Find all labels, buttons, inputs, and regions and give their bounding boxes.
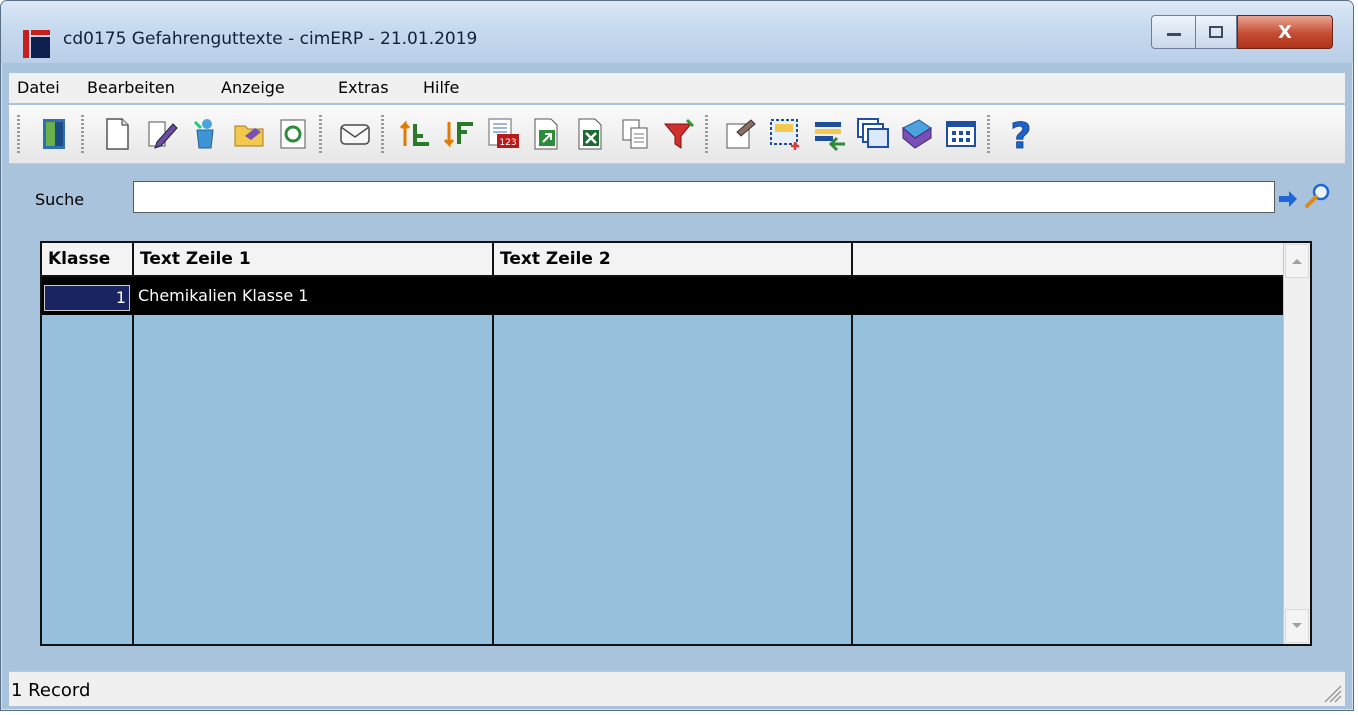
help-icon: ?: [1010, 116, 1032, 152]
menu-datei[interactable]: Datei: [17, 78, 60, 97]
new-button[interactable]: [97, 112, 137, 156]
maximize-button[interactable]: [1195, 15, 1237, 49]
column-header-text-zeile-1[interactable]: Text Zeile 1: [134, 243, 494, 275]
filter-button[interactable]: [659, 112, 699, 156]
book-icon: [902, 119, 932, 149]
status-bar: 1 Record: [9, 671, 1345, 706]
edit-button[interactable]: [141, 112, 181, 156]
search-label: Suche: [35, 190, 85, 209]
toolbar-grip[interactable]: [17, 115, 20, 153]
sort-descending-icon: [443, 122, 473, 148]
minimize-icon: [1166, 33, 1181, 36]
cell-extra[interactable]: [857, 277, 1282, 315]
refresh-icon: [280, 119, 306, 149]
maximize-icon: [1209, 26, 1223, 38]
copy-icon: [622, 119, 648, 149]
scroll-down-button[interactable]: [1285, 609, 1309, 643]
column-header-klasse[interactable]: Klasse: [42, 243, 134, 275]
minimize-button[interactable]: [1151, 15, 1196, 49]
properties-icon: [726, 119, 756, 149]
column-header-empty[interactable]: [853, 243, 1286, 275]
new-document-icon: [106, 118, 129, 150]
chevron-up-icon: [1292, 259, 1302, 264]
menu-bar: Datei Bearbeiten Anzeige Extras Hilfe: [9, 73, 1345, 103]
svg-text:123: 123: [499, 138, 516, 148]
select-area-button[interactable]: [765, 112, 805, 156]
cell-text-zeile-2[interactable]: [498, 277, 848, 315]
svg-text:?: ?: [1011, 116, 1032, 152]
vertical-scrollbar[interactable]: [1283, 243, 1310, 644]
grid-view-icon: [946, 121, 976, 147]
search-go-arrow-icon[interactable]: [1277, 189, 1299, 209]
refresh-button[interactable]: [273, 112, 313, 156]
properties-button[interactable]: [721, 112, 761, 156]
open-button[interactable]: [229, 112, 269, 156]
close-icon: X: [1278, 21, 1292, 43]
exit-door-icon: [43, 119, 65, 149]
export-excel-button[interactable]: [571, 112, 611, 156]
toolbar-separator: [81, 115, 84, 153]
close-button[interactable]: X: [1237, 15, 1333, 49]
resize-grip-icon[interactable]: [1321, 682, 1343, 704]
excel-icon: [578, 118, 602, 150]
table-row-selected[interactable]: 1 Chemikalien Klasse 1: [42, 277, 1286, 315]
app-window: cd0175 Gefahrenguttexte - cimERP - 21.01…: [0, 0, 1354, 711]
cascade-windows-icon: [857, 118, 889, 148]
toolbar-separator: [987, 115, 990, 153]
column-divider: [492, 277, 494, 644]
menu-hilfe[interactable]: Hilfe: [423, 78, 459, 97]
help-button[interactable]: ?: [1001, 112, 1041, 156]
menu-extras[interactable]: Extras: [338, 78, 389, 97]
export-button[interactable]: [527, 112, 567, 156]
windows-button[interactable]: [853, 112, 893, 156]
column-divider: [132, 277, 134, 644]
cell-text-zeile-1[interactable]: Chemikalien Klasse 1: [138, 277, 488, 315]
data-table: Klasse Text Zeile 1 Text Zeile 2 1 Chemi…: [40, 241, 1312, 646]
sort-ascending-button[interactable]: [395, 112, 435, 156]
copy-button[interactable]: [615, 112, 655, 156]
book-button[interactable]: [897, 112, 937, 156]
column-divider: [851, 277, 853, 644]
open-folder-icon: [234, 125, 264, 147]
menu-bearbeiten[interactable]: Bearbeiten: [87, 78, 175, 97]
column-header-text-zeile-2[interactable]: Text Zeile 2: [494, 243, 853, 275]
grid-view-button[interactable]: [941, 112, 981, 156]
sort-ascending-icon: [399, 120, 429, 146]
window-title: cd0175 Gefahrenguttexte - cimERP - 21.01…: [63, 29, 478, 49]
menu-anzeige[interactable]: Anzeige: [221, 78, 285, 97]
toolbar-separator: [705, 115, 708, 153]
cimerp-logo-icon: [23, 30, 50, 58]
chevron-down-icon: [1292, 623, 1302, 628]
select-area-icon: [770, 119, 799, 150]
delete-button[interactable]: [185, 112, 225, 156]
envelope-icon: [340, 124, 370, 145]
email-button[interactable]: [335, 112, 375, 156]
edit-pencil-icon: [148, 121, 178, 149]
toolbar-separator: [381, 115, 384, 153]
title-bar[interactable]: cd0175 Gefahrenguttexte - cimERP - 21.01…: [1, 1, 1353, 63]
search-magnifier-icon[interactable]: [1303, 181, 1333, 211]
search-input[interactable]: [133, 181, 1275, 213]
toolbar-separator: [319, 115, 322, 153]
transfer-icon: [815, 122, 845, 152]
number-format-icon: 123: [488, 118, 519, 148]
sort-descending-button[interactable]: [439, 112, 479, 156]
toolbar: 123 ?: [9, 105, 1345, 164]
number-format-button[interactable]: 123: [483, 112, 523, 156]
table-header: Klasse Text Zeile 1 Text Zeile 2: [42, 243, 1286, 277]
transfer-button[interactable]: [809, 112, 849, 156]
scroll-up-button[interactable]: [1285, 244, 1309, 278]
recycle-icon: [193, 119, 214, 149]
filter-icon: [663, 118, 695, 149]
search-bar: Suche: [25, 171, 1335, 221]
export-icon: [534, 118, 558, 150]
record-count: 1 Record: [11, 680, 91, 701]
cell-klasse[interactable]: 1: [44, 285, 130, 311]
exit-button[interactable]: [35, 112, 75, 156]
